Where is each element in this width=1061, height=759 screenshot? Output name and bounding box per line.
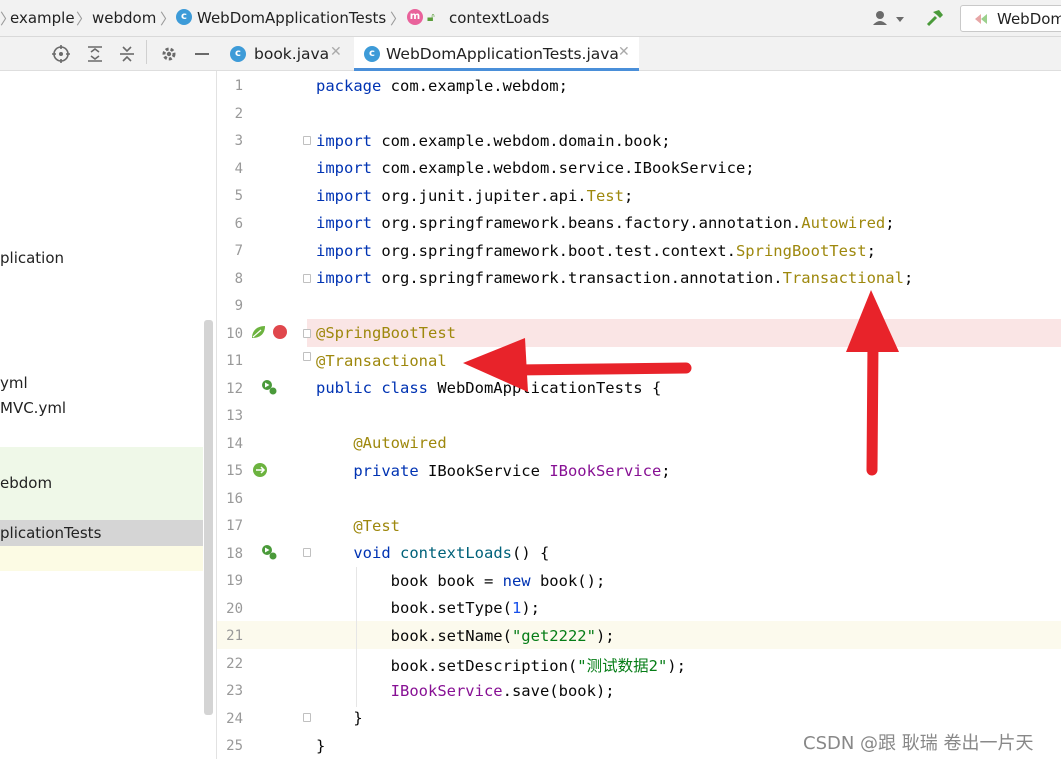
breadcrumb-webdom[interactable]: webdom	[92, 9, 156, 27]
breadcrumb-class[interactable]: WebDomApplicationTests	[197, 9, 386, 27]
code-line-17: @Test	[353, 517, 400, 535]
code-line-23: IBookService.save(book);	[390, 682, 615, 700]
line-number[interactable]: 13	[217, 408, 243, 424]
code-line-3: import com.example.webdom.domain.book;	[316, 132, 671, 150]
expand-all-icon[interactable]	[86, 45, 104, 63]
tab-book-java[interactable]: c book.java ✕	[217, 37, 357, 71]
code-line-24: }	[316, 709, 363, 727]
line-number[interactable]: 23	[217, 683, 243, 699]
line-number[interactable]: 25	[217, 738, 243, 754]
run-configuration-selector[interactable]: WebDom	[960, 5, 1061, 32]
breadcrumb-separator: 〉	[76, 10, 92, 28]
line-number[interactable]: 18	[217, 546, 243, 562]
class-icon: c	[230, 46, 246, 62]
fold-marker[interactable]	[303, 274, 311, 283]
tree-highlight-row	[0, 546, 203, 571]
line-number[interactable]: 9	[217, 298, 243, 314]
navigation-bar: 〉 example 〉 webdom 〉 c WebDomApplication…	[0, 0, 1061, 37]
line-number[interactable]: 4	[217, 161, 243, 177]
line-number[interactable]: 10	[217, 326, 243, 342]
breakpoint-icon[interactable]	[272, 324, 288, 340]
minimize-icon[interactable]	[193, 45, 211, 63]
locate-crosshair-icon[interactable]	[52, 45, 70, 63]
line-number[interactable]: 11	[217, 353, 243, 369]
line-number[interactable]: 1	[217, 78, 243, 94]
arrow-to-transactional-import	[846, 290, 899, 476]
autowired-bean-icon[interactable]	[252, 462, 268, 478]
build-hammer-icon[interactable]	[925, 8, 945, 28]
tree-item-application[interactable]: plication	[0, 249, 64, 267]
breadcrumb-separator: 〉	[390, 10, 406, 28]
line-number[interactable]: 21	[217, 628, 243, 644]
line-number[interactable]: 14	[217, 436, 243, 452]
line-number[interactable]: 17	[217, 518, 243, 534]
line-number[interactable]: 5	[217, 188, 243, 204]
code-line-7: import org.springframework.boot.test.con…	[316, 242, 876, 260]
code-line-12: public class WebDomApplicationTests {	[316, 379, 662, 397]
fold-marker[interactable]	[303, 548, 311, 557]
code-line-14: @Autowired	[353, 434, 447, 452]
code-line-20: book.setType(1);	[316, 599, 540, 617]
code-line-8: import org.springframework.transaction.a…	[316, 269, 914, 287]
line-number[interactable]: 12	[217, 381, 243, 397]
close-icon[interactable]: ✕	[330, 44, 342, 60]
line-number[interactable]: 15	[217, 463, 243, 479]
line-number[interactable]: 7	[217, 243, 243, 259]
code-line-22: book.setDescription("测试数据2");	[316, 657, 686, 675]
breadcrumb-example[interactable]: example	[10, 9, 75, 27]
line-number[interactable]: 22	[217, 656, 243, 672]
close-icon[interactable]: ✕	[618, 44, 630, 60]
line-number[interactable]: 3	[217, 133, 243, 149]
code-line-25: }	[316, 737, 326, 755]
line-number[interactable]: 6	[217, 216, 243, 232]
run-configuration-label: WebDom	[997, 10, 1061, 28]
line-number[interactable]: 16	[217, 491, 243, 507]
gear-icon[interactable]	[160, 45, 178, 63]
user-icon[interactable]	[872, 10, 906, 28]
tab-webdom-application-tests[interactable]: c WebDomApplicationTests.java ✕	[354, 37, 639, 71]
run-test-icon[interactable]	[261, 379, 277, 395]
code-line-18: void contextLoads() {	[353, 544, 550, 562]
breadcrumb-method[interactable]: contextLoads	[449, 9, 549, 27]
breadcrumb-separator: 〉	[160, 10, 176, 28]
lock-open-icon: 🔓︎	[427, 10, 435, 24]
fold-marker[interactable]	[303, 352, 311, 361]
class-icon: c	[176, 9, 192, 25]
tree-item-application-tests[interactable]: plicationTests	[0, 524, 101, 542]
code-line-15: private IBookService IBookService;	[353, 462, 671, 480]
tree-item-webdom[interactable]: ebdom	[0, 474, 52, 492]
method-icon: m	[407, 9, 423, 25]
project-toolbar	[0, 37, 217, 71]
project-panel	[0, 37, 217, 759]
tree-item-yml[interactable]: yml	[0, 374, 28, 392]
tab-label: WebDomApplicationTests.java	[386, 45, 619, 63]
class-icon: c	[364, 46, 380, 62]
line-number[interactable]: 8	[217, 271, 243, 287]
code-line-6: import org.springframework.beans.factory…	[316, 214, 895, 232]
code-line-4: import com.example.webdom.service.IBookS…	[316, 159, 755, 177]
code-line-11: @Transactional	[316, 352, 447, 370]
line-number[interactable]: 20	[217, 601, 243, 617]
toolbar-divider	[146, 40, 147, 64]
tree-item-mvc-yml[interactable]: MVC.yml	[0, 399, 66, 417]
code-line-10: @SpringBootTest	[316, 324, 456, 342]
code-line-5: import org.junit.jupiter.api.Test;	[316, 187, 634, 205]
fold-marker[interactable]	[303, 713, 311, 722]
code-line-1: package com.example.webdom;	[316, 77, 568, 95]
test-config-icon	[975, 14, 987, 24]
code-line-21: book.setName("get2222");	[316, 627, 615, 645]
run-test-icon[interactable]	[261, 544, 277, 560]
tab-label: book.java	[254, 45, 330, 63]
line-number[interactable]: 24	[217, 711, 243, 727]
fold-marker[interactable]	[303, 329, 311, 338]
fold-marker[interactable]	[303, 136, 311, 145]
collapse-all-icon[interactable]	[118, 45, 136, 63]
spring-bean-icon[interactable]	[250, 324, 266, 340]
project-scrollbar[interactable]	[204, 320, 213, 715]
watermark: CSDN @跟 耿瑞 卷出一片天	[803, 733, 1034, 754]
line-number[interactable]: 2	[217, 106, 243, 122]
line-number[interactable]: 19	[217, 573, 243, 589]
code-line-19: book book = new book();	[316, 572, 606, 590]
editor-tabs: c book.java ✕ c WebDomApplicationTests.j…	[217, 37, 1061, 71]
